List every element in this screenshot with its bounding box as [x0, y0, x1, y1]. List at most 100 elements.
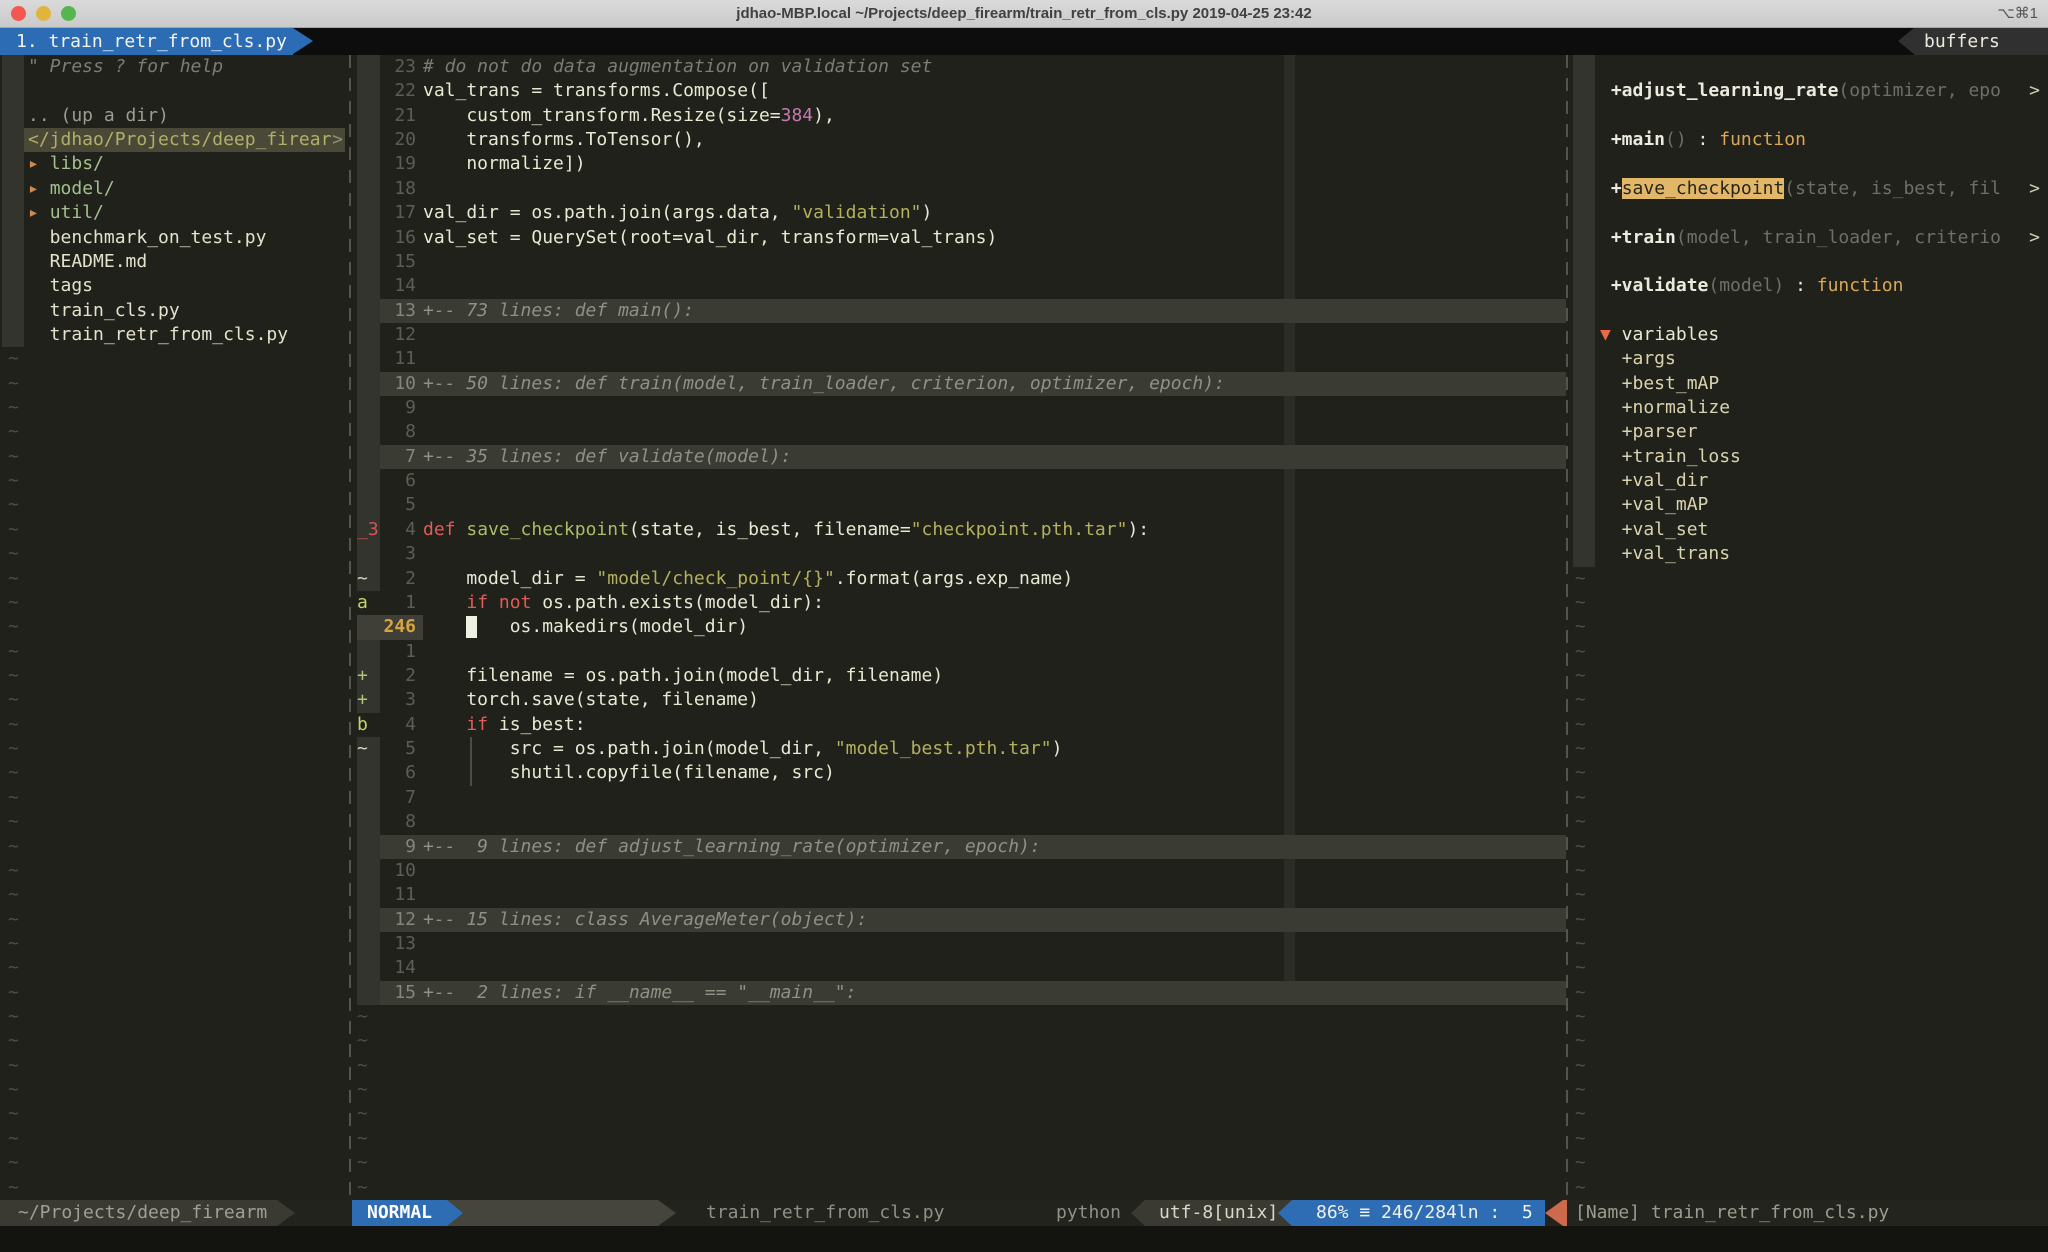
code-line[interactable]: 20 transforms.ToTensor(), [352, 128, 1566, 152]
tree-root[interactable]: </jdhao/Projects/deep_firear> [0, 128, 349, 152]
code-line[interactable]: 6 shutil.copyfile(filename, src) [352, 761, 1566, 785]
code-line[interactable]: 12 [352, 323, 1566, 347]
fold-line[interactable]: 7+-- 35 lines: def validate(model): [352, 445, 1566, 469]
tree-file-readme[interactable]: README.md [0, 250, 349, 274]
code-line[interactable]: 7 [352, 786, 1566, 810]
empty-line: ~ [0, 664, 349, 688]
code-line[interactable]: _34def save_checkpoint(state, is_best, f… [352, 518, 1566, 542]
code-line[interactable]: +2 filename = os.path.join(model_dir, fi… [352, 664, 1566, 688]
line-number: 12 [380, 908, 416, 932]
empty-line: ~ [0, 1005, 349, 1029]
tag-train-loss[interactable]: +train_loss [1570, 445, 2048, 469]
empty-line: ~ [1570, 591, 2048, 615]
statusline: ~/Projects/deep_firearm NORMAL +8 ~3 -3m… [0, 1200, 2048, 1226]
line-number: 12 [380, 323, 416, 347]
blank [1570, 152, 2048, 176]
code-line[interactable]: 14 [352, 274, 1566, 298]
vim-terminal-window: jdhao-MBP.local ~/Projects/deep_firearm/… [0, 0, 2048, 1252]
tag-adjust-learning-rate[interactable]: +adjust_learning_rate(optimizer, epo> [1570, 79, 2048, 103]
code-line[interactable]: 3 [352, 542, 1566, 566]
empty-line: ~ [0, 786, 349, 810]
code-line[interactable]: ~5 src = os.path.join(model_dir, "model_… [352, 737, 1566, 761]
fold-line[interactable]: 12+-- 15 lines: class AverageMeter(objec… [352, 908, 1566, 932]
powerline-arrow-icon [277, 1200, 295, 1226]
empty-line: ~ [0, 1151, 349, 1175]
kind-variables[interactable]: ▼ variables [1570, 323, 2048, 347]
line-number: 8 [380, 420, 416, 444]
tag-train[interactable]: +train(model, train_loader, criterio> [1570, 226, 2048, 250]
tag-main[interactable]: +main() : function [1570, 128, 2048, 152]
code-line[interactable]: 11 [352, 347, 1566, 371]
window-title: jdhao-MBP.local ~/Projects/deep_firearm/… [0, 0, 2048, 28]
tree-file-tags[interactable]: tags [0, 274, 349, 298]
code-line[interactable]: 5 [352, 493, 1566, 517]
code-line[interactable]: 10 [352, 859, 1566, 883]
tree-dir-util[interactable]: ▸ util/ [0, 201, 349, 225]
line-number: 1 [380, 640, 416, 664]
empty-line: ~ [0, 810, 349, 834]
tag-best-mAP[interactable]: +best_mAP [1570, 372, 2048, 396]
truncation-arrow-icon: > [2029, 79, 2040, 103]
line-number: 15 [380, 250, 416, 274]
powerline-arrow-icon [1131, 1200, 1145, 1226]
code-line[interactable]: 19 normalize]) [352, 152, 1566, 176]
statusline-position: 86% ≡ 246/284ln : 5 [1292, 1200, 1545, 1226]
code-line[interactable]: 1 [352, 640, 1566, 664]
tagbar-pane[interactable]: +adjust_learning_rate(optimizer, epo> +m… [1570, 55, 2048, 1200]
tree-dir-libs[interactable]: ▸ libs/ [0, 152, 349, 176]
code-line[interactable]: 8 [352, 420, 1566, 444]
code-line[interactable]: 18 [352, 177, 1566, 201]
tag-val-trans[interactable]: +val_trans [1570, 542, 2048, 566]
tab-arrow-shape [293, 28, 313, 54]
code-line[interactable]: 246 os.makedirs(model_dir) [352, 615, 1566, 639]
empty-line: ~ [0, 469, 349, 493]
fold-line[interactable]: 13+-- 73 lines: def main(): [352, 299, 1566, 323]
up-a-dir[interactable]: .. (up a dir) [0, 104, 349, 128]
code-line[interactable]: 6 [352, 469, 1566, 493]
window-separator-right[interactable] [1566, 55, 1568, 1200]
tag-save-checkpoint[interactable]: +save_checkpoint(state, is_best, fil> [1570, 177, 2048, 201]
empty-line: ~ [1570, 664, 2048, 688]
empty-line: ~ [1570, 1078, 2048, 1102]
tag-validate[interactable]: +validate(model) : function [1570, 274, 2048, 298]
empty-line: ~ [0, 737, 349, 761]
nerdtree-pane[interactable]: " Press ? for help.. (up a dir)</jdhao/P… [0, 55, 349, 1200]
tree-file-benchmark[interactable]: benchmark_on_test.py [0, 226, 349, 250]
code-line[interactable]: b4 if is_best: [352, 713, 1566, 737]
empty-line: ~ [1570, 713, 2048, 737]
code-line[interactable]: 8 [352, 810, 1566, 834]
code-line[interactable]: 22val_trans = transforms.Compose([ [352, 79, 1566, 103]
code-line[interactable]: 9 [352, 396, 1566, 420]
code-line[interactable]: 14 [352, 956, 1566, 980]
window-separator-left[interactable] [349, 55, 351, 1200]
code-line[interactable]: ~2 model_dir = "model/check_point/{}".fo… [352, 567, 1566, 591]
tree-file-train-retr[interactable]: train_retr_from_cls.py [0, 323, 349, 347]
buffers-label[interactable]: buffers [1914, 28, 2048, 55]
code-line[interactable]: 21 custom_transform.Resize(size=384), [352, 104, 1566, 128]
code-line[interactable]: a1 if not os.path.exists(model_dir): [352, 591, 1566, 615]
tag-parser[interactable]: +parser [1570, 420, 2048, 444]
tab-train-retr-from-cls[interactable]: 1. train_retr_from_cls.py [0, 28, 293, 55]
code-line[interactable]: 15 [352, 250, 1566, 274]
tag-normalize[interactable]: +normalize [1570, 396, 2048, 420]
tag-val-dir[interactable]: +val_dir [1570, 469, 2048, 493]
fold-line[interactable]: 9+-- 9 lines: def adjust_learning_rate(o… [352, 835, 1566, 859]
code-line[interactable]: 11 [352, 883, 1566, 907]
code-line[interactable]: 23# do not do data augmentation on valid… [352, 55, 1566, 79]
code-line[interactable]: 17val_dir = os.path.join(args.data, "val… [352, 201, 1566, 225]
fold-line[interactable]: 10+-- 50 lines: def train(model, train_l… [352, 372, 1566, 396]
tag-val-mAP[interactable]: +val_mAP [1570, 493, 2048, 517]
tag-val-set[interactable]: +val_set [1570, 518, 2048, 542]
code-line[interactable]: 16val_set = QuerySet(root=val_dir, trans… [352, 226, 1566, 250]
tree-dir-model[interactable]: ▸ model/ [0, 177, 349, 201]
tree-file-train-cls[interactable]: train_cls.py [0, 299, 349, 323]
line-number: 14 [380, 956, 416, 980]
code-line[interactable]: +3 torch.save(state, filename) [352, 688, 1566, 712]
tag-args[interactable]: +args [1570, 347, 2048, 371]
code-pane[interactable]: 23# do not do data augmentation on valid… [352, 55, 1566, 1200]
fold-line[interactable]: 15+-- 2 lines: if __name__ == "__main__"… [352, 981, 1566, 1005]
line-number: 5 [380, 737, 416, 761]
empty-line: ~ [352, 1102, 1566, 1126]
empty-line: ~ [1570, 1054, 2048, 1078]
code-line[interactable]: 13 [352, 932, 1566, 956]
